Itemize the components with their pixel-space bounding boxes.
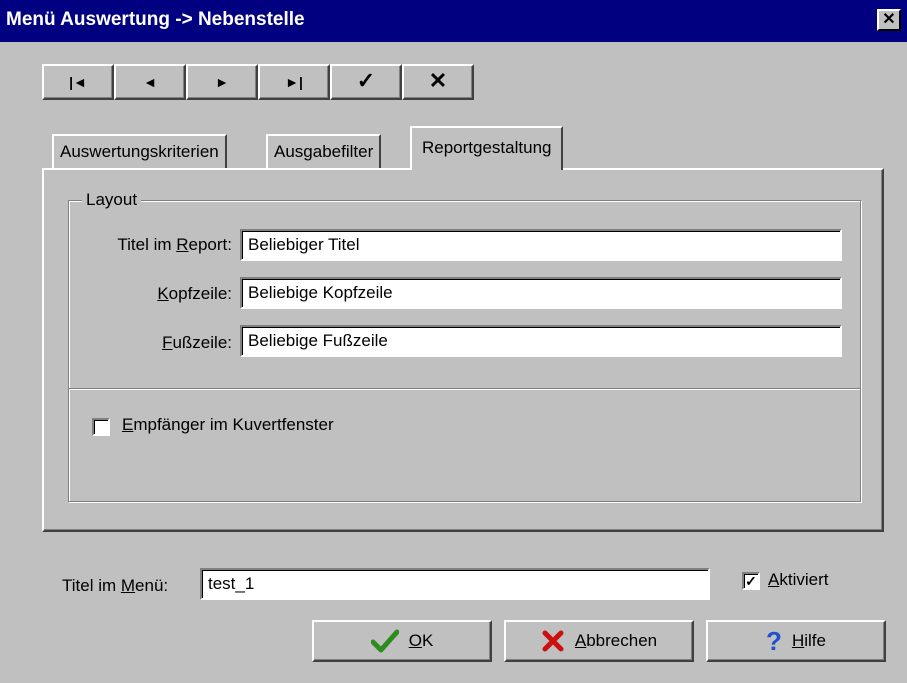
tab-label: Auswertungskriterien: [60, 142, 219, 161]
empfaenger-checkbox[interactable]: [92, 418, 110, 436]
x-icon: ✕: [428, 68, 448, 93]
aktiviert-checkbox[interactable]: ✓: [742, 572, 760, 590]
first-record-icon: |◄: [69, 74, 87, 90]
group-divider: [69, 388, 860, 390]
tab-auswertungskriterien[interactable]: Auswertungskriterien: [52, 134, 227, 168]
titel-menu-label: Titel im Menü:: [62, 576, 169, 595]
kopfzeile-input[interactable]: [240, 277, 842, 309]
prev-record-button[interactable]: ◄: [114, 64, 186, 100]
fusszeile-input[interactable]: [240, 325, 842, 357]
abbrechen-label: Abbrechen: [574, 631, 658, 650]
first-record-button[interactable]: |◄: [42, 64, 114, 100]
hilfe-button[interactable]: ? Hilfe: [706, 620, 886, 662]
aktiviert-label[interactable]: Aktiviert: [768, 570, 828, 590]
layout-legend: Layout: [82, 190, 142, 210]
fusszeile-label: Fußzeile:: [162, 333, 232, 352]
ok-label: OK: [408, 631, 434, 650]
ok-button[interactable]: OK: [312, 620, 492, 662]
titel-report-label: Titel im Report:: [117, 235, 232, 254]
titel-report-input[interactable]: [240, 229, 842, 261]
empfaenger-label[interactable]: Empfänger im Kuvertfenster: [122, 415, 334, 435]
tab-ausgabefilter[interactable]: Ausgabefilter: [266, 134, 382, 168]
last-record-button[interactable]: ►|: [258, 64, 330, 100]
tab-label: Reportgestaltung: [422, 138, 552, 157]
post-record-button[interactable]: ✓: [330, 64, 402, 100]
title-bar[interactable]: Menü Auswertung -> Nebenstelle ✕: [0, 0, 907, 42]
next-record-button[interactable]: ►: [186, 64, 258, 100]
titel-menu-input[interactable]: [200, 568, 710, 600]
prev-record-icon: ◄: [143, 74, 157, 90]
checkmark-icon: [370, 629, 399, 653]
last-record-icon: ►|: [285, 74, 303, 90]
kopfzeile-label: Kopfzeile:: [157, 284, 232, 303]
close-icon: ✕: [882, 11, 896, 28]
close-button[interactable]: ✕: [877, 9, 901, 31]
abbrechen-button[interactable]: Abbrechen: [504, 620, 694, 662]
tab-reportgestaltung[interactable]: Reportgestaltung: [410, 126, 564, 170]
window-title: Menü Auswertung -> Nebenstelle: [6, 9, 305, 30]
hilfe-label: Hilfe: [791, 631, 826, 650]
help-question-icon: ?: [766, 626, 782, 656]
check-icon: ✓: [745, 573, 757, 589]
next-record-icon: ►: [215, 74, 229, 90]
check-icon: ✓: [356, 68, 376, 93]
cancel-record-button[interactable]: ✕: [402, 64, 474, 100]
cancel-x-icon: [542, 630, 564, 652]
tab-label: Ausgabefilter: [274, 142, 374, 161]
